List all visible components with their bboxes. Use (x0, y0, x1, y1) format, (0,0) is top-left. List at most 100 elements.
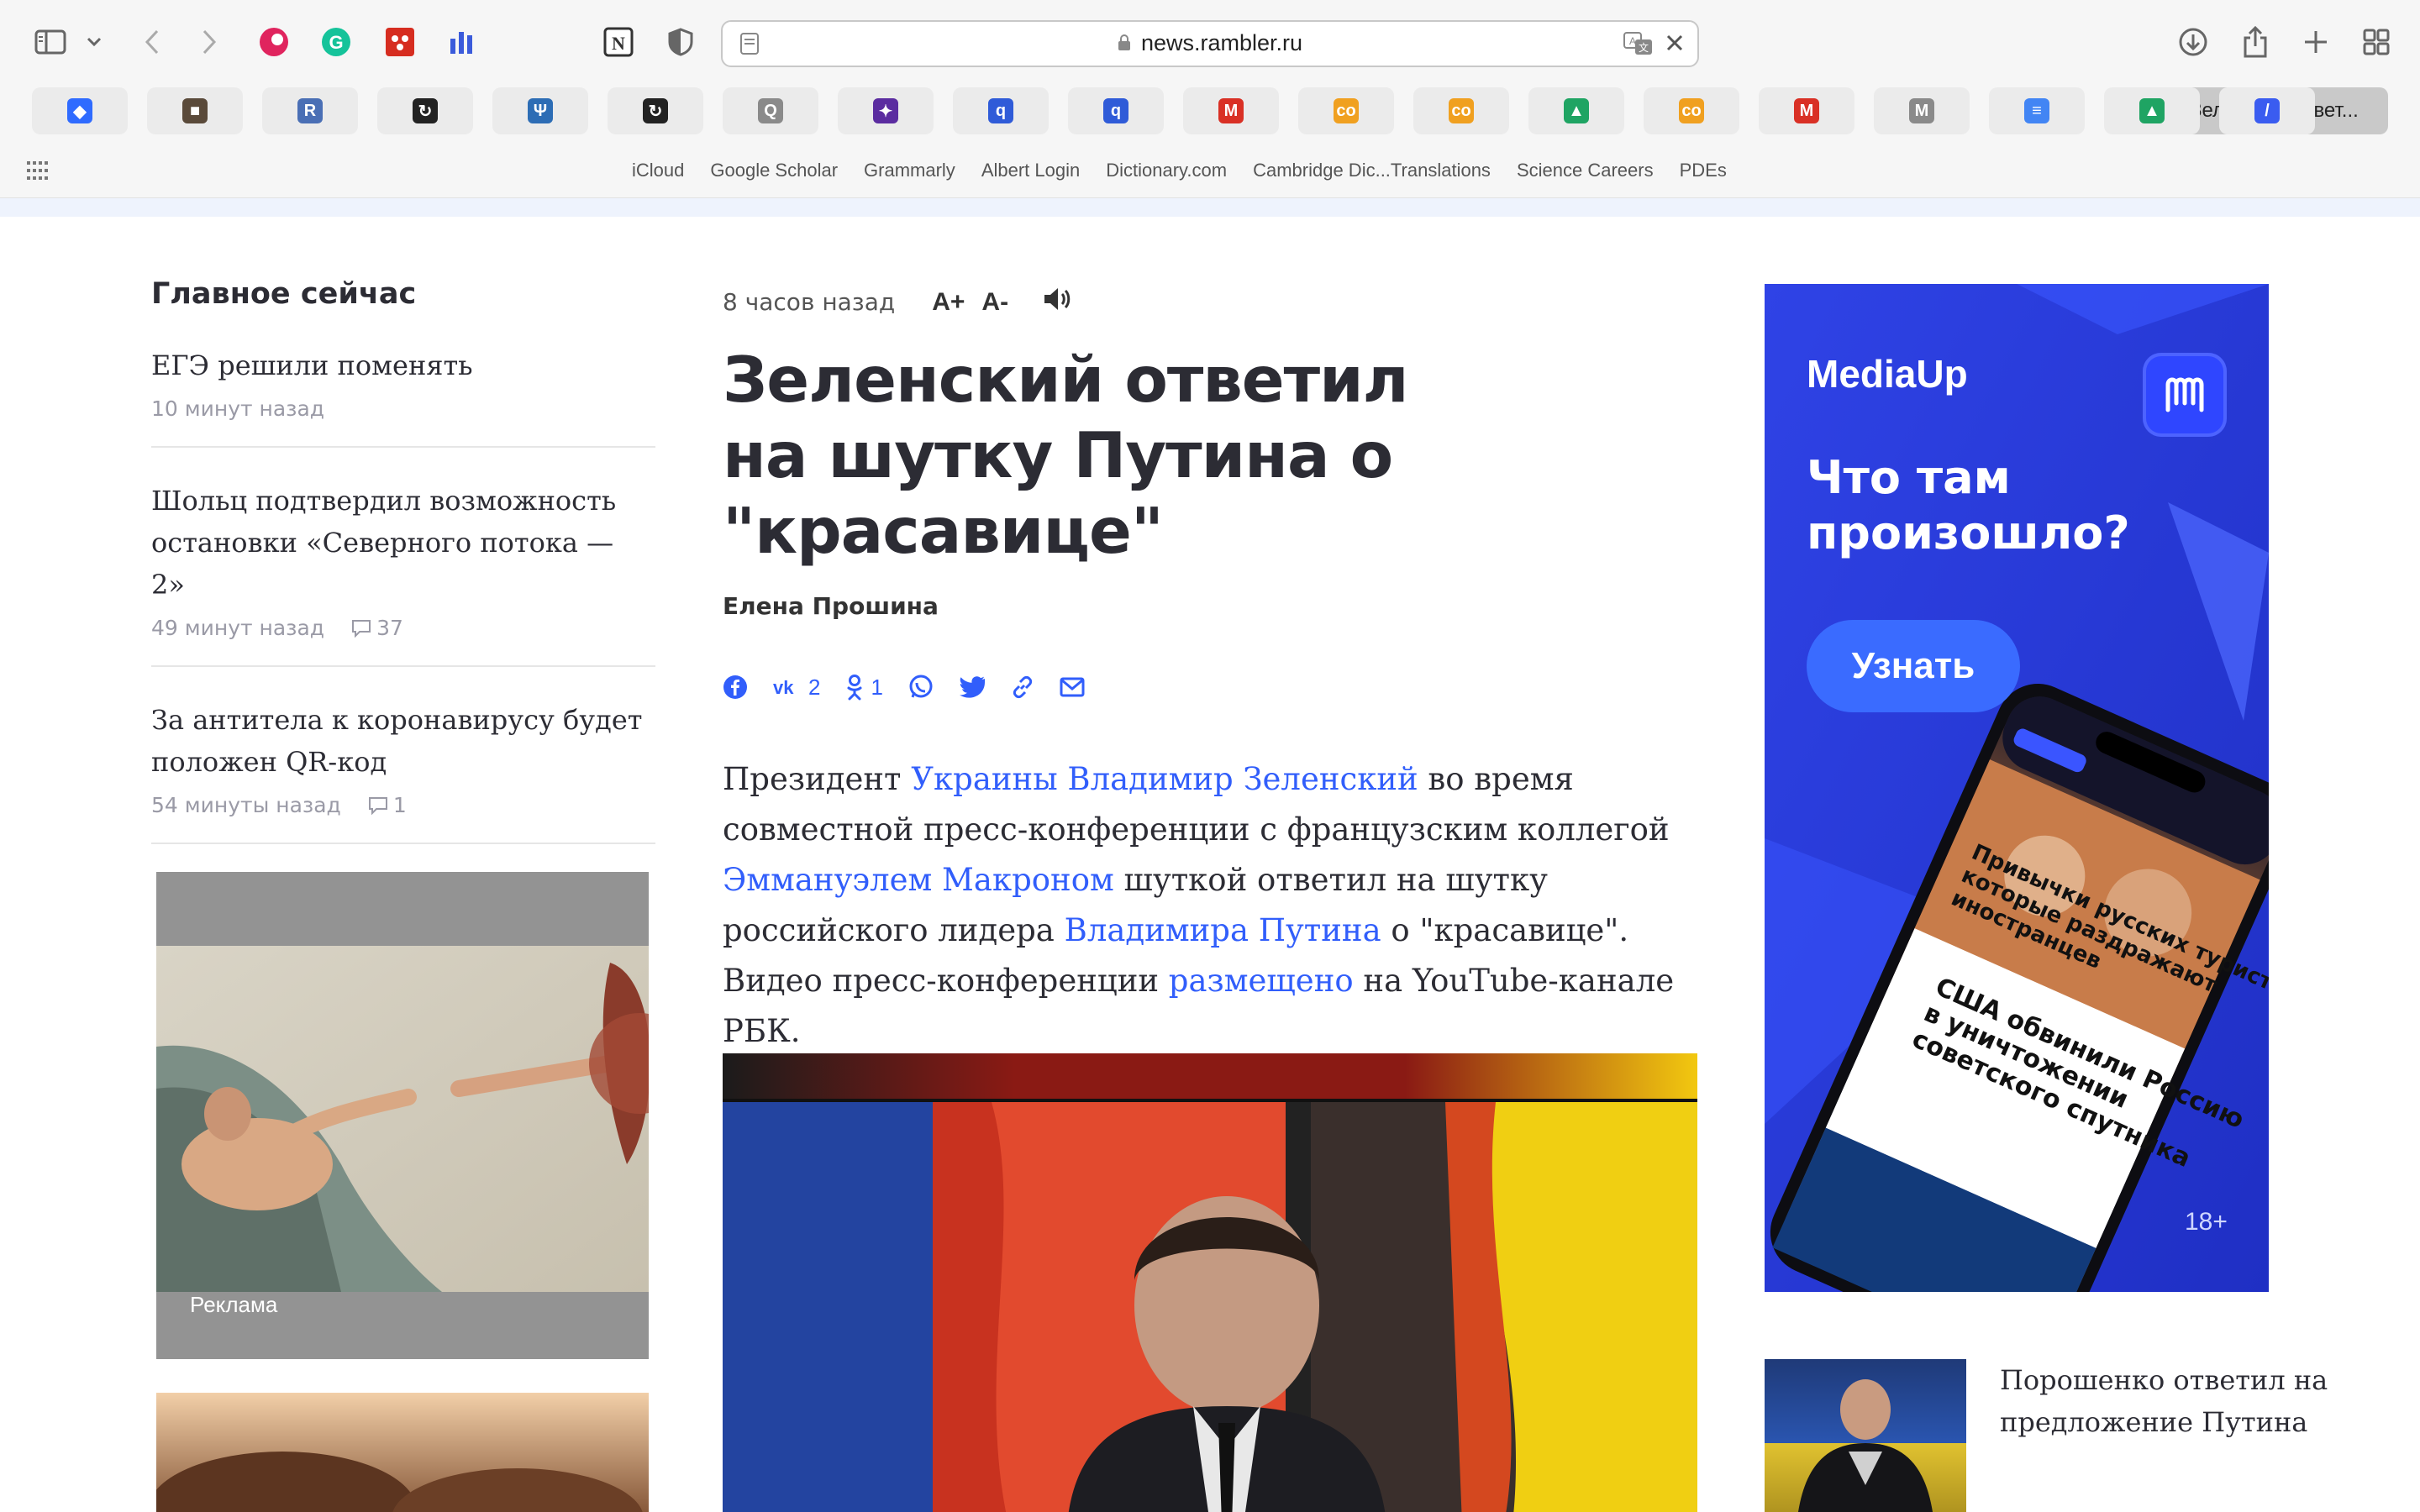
side-news-item[interactable]: Порошенко ответил на предложение Путина (1765, 1359, 2353, 1512)
article-headline: Зеленский ответил на шутку Путина о "кра… (723, 343, 1409, 568)
advertisement-block-2[interactable] (156, 1393, 649, 1512)
link-ukraine-zelensky[interactable]: Украины Владимир Зеленский (911, 761, 1418, 797)
pinned-tab[interactable]: co (1644, 87, 1739, 134)
vk-share-count: 2 (808, 674, 821, 700)
favorite-dictionary[interactable]: Dictionary.com (1106, 160, 1227, 181)
link-posted[interactable]: размещено (1169, 963, 1354, 999)
banner-cta-button[interactable]: Узнать (1807, 620, 2020, 712)
banner-brand: MediaUp (1807, 352, 1968, 396)
list-item[interactable]: Шольц подтвердил возможность остановки «… (151, 480, 655, 667)
drive-icon: ▲ (2139, 98, 2165, 123)
favorite-cambridge[interactable]: Cambridge Dic...Translations (1253, 160, 1491, 181)
ad-artwork-image-2 (156, 1393, 649, 1512)
favorite-albert-login[interactable]: Albert Login (981, 160, 1080, 181)
favorite-science-careers[interactable]: Science Careers (1517, 160, 1654, 181)
chart-extension-icon[interactable] (445, 22, 479, 62)
pinned-tab[interactable]: ↻ (608, 87, 703, 134)
favorite-pdes[interactable]: PDEs (1680, 160, 1727, 181)
pinned-tab[interactable]: ◆ (32, 87, 128, 134)
odnoklassniki-icon (847, 675, 862, 701)
link-putin[interactable]: Владимира Путина (1065, 912, 1381, 948)
main-news-column: Главное сейчас ЕГЭ решили поменять 10 ми… (151, 277, 655, 844)
comment-count[interactable]: 1 (368, 793, 407, 817)
font-decrease-button[interactable]: A- (981, 288, 1008, 317)
pinned-tab[interactable]: co (1413, 87, 1509, 134)
mediaup-banner[interactable]: Привычки русских туристов, которые раздр… (1765, 284, 2269, 1292)
notion-icon[interactable]: N (602, 22, 635, 62)
m-gray-icon: M (1909, 98, 1934, 123)
side-news-title[interactable]: Порошенко ответил на предложение Путина (2000, 1359, 2353, 1443)
pinned-tab[interactable]: co (1298, 87, 1394, 134)
side-news-thumbnail[interactable] (1765, 1359, 1966, 1512)
privacy-shield-icon[interactable] (664, 22, 697, 62)
email-icon (1060, 677, 1085, 697)
mendeley-icon[interactable] (383, 22, 417, 62)
download-icon[interactable] (2176, 22, 2210, 62)
favorite-google-scholar[interactable]: Google Scholar (710, 160, 838, 181)
link-macron[interactable]: Эммануэлем Макроном (723, 862, 1114, 898)
news-title[interactable]: Шольц подтвердил возможность остановки «… (151, 480, 655, 606)
news-time: 49 минут назад (151, 616, 325, 640)
favorite-icloud[interactable]: iCloud (632, 160, 684, 181)
pinned-tab[interactable]: q (1068, 87, 1164, 134)
tab-overview-icon[interactable] (2360, 22, 2393, 62)
share-ok-button[interactable]: 1 (845, 674, 883, 701)
article-video-player[interactable] (723, 1053, 1697, 1512)
pinned-tab[interactable]: q (953, 87, 1049, 134)
twitter-icon (959, 676, 985, 698)
spinner-icon: ↻ (413, 98, 438, 123)
grammarly-icon[interactable]: G (319, 22, 353, 62)
pinned-tab[interactable]: ↻ (377, 87, 473, 134)
new-tab-plus-icon[interactable] (2299, 22, 2333, 62)
share-icon[interactable] (2238, 22, 2272, 62)
pinned-tab[interactable]: / (2219, 87, 2315, 134)
pinned-tab[interactable]: ■ (147, 87, 243, 134)
pinned-tab[interactable]: M (1874, 87, 1970, 134)
ad-label: Реклама (190, 1292, 278, 1317)
copy-link-button[interactable] (1011, 675, 1034, 699)
speaker-icon[interactable] (1042, 286, 1072, 318)
apps-grid-icon[interactable] (27, 161, 49, 180)
comment-icon (352, 619, 371, 638)
comment-count[interactable]: 37 (351, 616, 403, 640)
browser-toolbar: G N news.rambler.ru A文 (0, 0, 2420, 84)
pinned-tab[interactable]: R (262, 87, 358, 134)
pinned-tab[interactable]: M (1183, 87, 1279, 134)
extension-bird-icon[interactable] (257, 22, 291, 62)
share-email-button[interactable] (1060, 677, 1085, 697)
pinned-tab[interactable]: ≡ (1989, 87, 2085, 134)
pinned-tab[interactable]: ▲ (1528, 87, 1624, 134)
pinned-tab[interactable]: ✦ (838, 87, 934, 134)
advertisement-block[interactable]: Реклама (156, 872, 649, 1359)
pinned-tab[interactable]: Ψ (492, 87, 588, 134)
docs-icon: ≡ (2024, 98, 2049, 123)
share-whatsapp-button[interactable] (908, 675, 934, 700)
favorite-grammarly[interactable]: Grammarly (864, 160, 955, 181)
font-increase-button[interactable]: A+ (932, 288, 965, 317)
svg-text:G: G (329, 32, 343, 53)
ok-share-count: 1 (871, 674, 883, 700)
sidebar-toggle-icon[interactable] (32, 22, 69, 62)
chevron-down-icon[interactable] (84, 22, 104, 62)
comment-icon (368, 796, 387, 815)
close-icon[interactable] (1664, 32, 1686, 57)
news-title[interactable]: ЕГЭ решили поменять (151, 344, 655, 386)
back-icon[interactable] (138, 22, 166, 62)
share-facebook-button[interactable] (723, 675, 748, 700)
pinned-tab[interactable]: ▲ (2104, 87, 2200, 134)
tab-strip: Зеленский ответ... ◆■R↻Ψ↻Q✦qqMcoco▲coMM≡… (32, 87, 2388, 134)
list-item[interactable]: За антитела к коронавирусу будет положен… (151, 699, 655, 844)
address-bar[interactable]: news.rambler.ru A文 (721, 20, 1699, 67)
news-photo-image (1765, 1359, 1966, 1512)
share-twitter-button[interactable] (959, 676, 986, 698)
pinned-tab[interactable]: M (1759, 87, 1854, 134)
pinned-tab[interactable]: Q (723, 87, 818, 134)
list-item[interactable]: ЕГЭ решили поменять 10 минут назад (151, 344, 655, 448)
article-author[interactable]: Елена Прошина (723, 592, 1697, 620)
photo-thumb-icon: ■ (182, 98, 208, 123)
co-icon: co (1449, 98, 1474, 123)
share-vk-button[interactable]: vk 2 (773, 675, 820, 701)
translate-icon[interactable]: A文 (1623, 32, 1654, 59)
news-title[interactable]: За антитела к коронавирусу будет положен… (151, 699, 655, 783)
forward-icon[interactable] (195, 22, 224, 62)
